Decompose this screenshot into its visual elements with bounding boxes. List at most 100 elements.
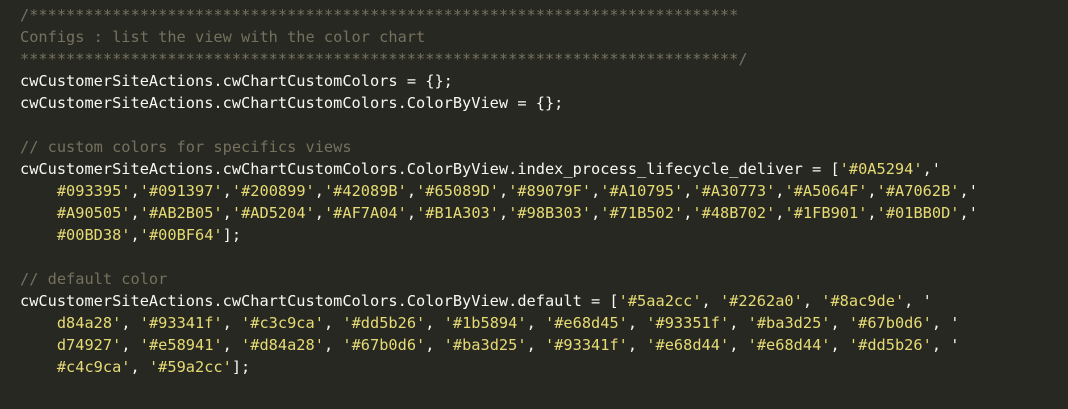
code-token: , [314, 182, 324, 200]
code-token: cwCustomerSiteActions.cwChartCustomColor… [20, 94, 518, 112]
code-token: , [323, 314, 343, 332]
code-token: , [425, 314, 444, 332]
code-token: ,' [959, 204, 978, 222]
code-token: {}; [416, 72, 453, 90]
code-comment: /***************************************… [20, 6, 739, 24]
string-token: '#e58941' [139, 336, 223, 354]
string-token: '#00BF64' [139, 226, 223, 244]
code-token: ,' [922, 160, 941, 178]
code-token: ]; [222, 226, 242, 244]
string-token: '#A10795' [600, 182, 684, 200]
string-token: '#ba3d25' [747, 314, 831, 332]
code-token: , [323, 336, 343, 354]
code-line: cwCustomerSiteActions.cwChartCustomColor… [20, 70, 1068, 92]
code-line: cwCustomerSiteActions.cwChartCustomColor… [20, 290, 1068, 312]
code-line: cwCustomerSiteActions.cwChartCustomColor… [20, 92, 1068, 114]
code-line: // default color [20, 268, 1068, 290]
code-token: , [425, 336, 444, 354]
code-token: , [222, 336, 242, 354]
code-token: , [526, 314, 545, 332]
string-token: #c4c9ca' [56, 358, 131, 376]
string-token: '#1b5894' [443, 314, 527, 332]
string-token: '#B1A303' [416, 204, 499, 222]
string-token: '#e68d44' [646, 336, 730, 354]
string-token: '#48B702' [692, 204, 776, 222]
string-token: '#e68d44' [747, 336, 831, 354]
code-line: /***************************************… [20, 4, 1068, 26]
string-token: '#98B303' [508, 204, 592, 222]
string-token: #00BD38' [56, 226, 131, 244]
string-token: '#dd5b26' [848, 336, 932, 354]
string-token: '#93341f' [139, 314, 223, 332]
string-token: '#65089D' [416, 182, 499, 200]
code-token: cwCustomerSiteActions.cwChartCustomColor… [20, 292, 591, 310]
operator-token: = [517, 94, 527, 112]
string-token: '#67b0d6' [848, 314, 932, 332]
code-line: cwCustomerSiteActions.cwChartCustomColor… [20, 158, 1068, 180]
code-line: #00BD38','#00BF64']; [20, 224, 1068, 246]
string-token: '#ba3d25' [443, 336, 527, 354]
code-token: ,' [959, 182, 978, 200]
string-token: '#8ac9de' [821, 292, 905, 310]
string-token: '#200899' [231, 182, 315, 200]
code-comment: Configs : list the view with the color c… [20, 28, 426, 46]
code-token: , [222, 182, 232, 200]
string-token: '#2262a0' [719, 292, 803, 310]
code-line: #c4c9ca', '#59a2cc']; [20, 356, 1068, 378]
code-token: , [121, 314, 140, 332]
code-token: , [222, 314, 242, 332]
code-line: #A90505','#AB2B05','#AD5204','#AF7A04','… [20, 202, 1068, 224]
string-token: '#A30773' [692, 182, 776, 200]
code-token: , [130, 358, 149, 376]
operator-token: = [812, 160, 822, 178]
code-token: , [867, 182, 877, 200]
code-token: , [130, 182, 140, 200]
code-token: , [729, 314, 748, 332]
code-token: , [701, 292, 720, 310]
string-token: '#c3c9ca' [241, 314, 324, 332]
code-line: #093395','#091397','#200899','#42089B','… [20, 180, 1068, 202]
code-token: , [775, 182, 785, 200]
code-token: {}; [526, 94, 564, 112]
code-comment: // default color [20, 270, 168, 288]
string-token: '#42089B' [323, 182, 407, 200]
code-token: , [867, 204, 877, 222]
string-token: '#dd5b26' [342, 314, 426, 332]
code-token: , [775, 204, 785, 222]
code-token: , [627, 314, 647, 332]
string-token: d84a28' [56, 314, 122, 332]
code-token: , ' [931, 314, 960, 332]
code-token: , [627, 336, 647, 354]
string-token: '#71B502' [600, 204, 684, 222]
code-editor[interactable]: /***************************************… [0, 0, 1068, 409]
code-token: , [830, 336, 849, 354]
string-token: #093395' [56, 182, 131, 200]
string-token: '#A5064F' [784, 182, 868, 200]
code-token: , [591, 182, 601, 200]
string-token: '#67b0d6' [342, 336, 426, 354]
string-token: '#5aa2cc' [618, 292, 702, 310]
string-token: '#AB2B05' [139, 204, 223, 222]
string-token: '#93351f' [646, 314, 730, 332]
code-token: , [222, 204, 232, 222]
code-line: Configs : list the view with the color c… [20, 26, 1068, 48]
code-comment: // custom colors for specifics views [20, 138, 352, 156]
string-token: #A90505' [56, 204, 131, 222]
string-token: '#89079F' [508, 182, 592, 200]
code-token: , [591, 204, 601, 222]
code-token: , [498, 204, 509, 222]
code-token: , [830, 314, 849, 332]
code-token: , [406, 182, 417, 200]
string-token: '#e68d45' [544, 314, 628, 332]
code-token: [ [600, 292, 619, 310]
code-token: , [130, 204, 140, 222]
string-token: '#091397' [139, 182, 223, 200]
code-token: , [121, 336, 140, 354]
